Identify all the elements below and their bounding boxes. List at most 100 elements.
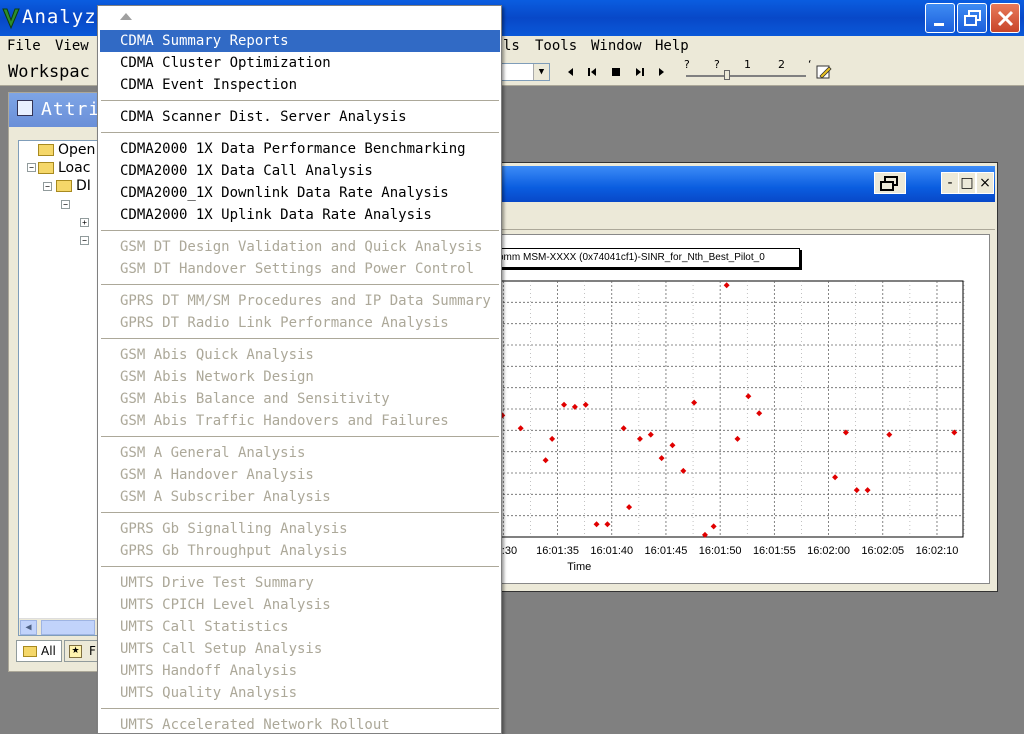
step-forward-icon[interactable] (654, 65, 668, 79)
fast-forward-icon[interactable] (632, 65, 646, 79)
menu-separator (101, 512, 499, 514)
x-tick-label: 16:01:45 (645, 545, 688, 557)
chart-toolbar (461, 204, 995, 230)
menu-separator (101, 230, 499, 232)
expand-icon[interactable]: − (80, 236, 89, 245)
collapse-icon[interactable]: − (43, 182, 52, 191)
x-tick-label: 16:02:10 (916, 545, 959, 557)
scrollbar-thumb[interactable] (41, 620, 95, 635)
rewind-icon[interactable] (586, 65, 600, 79)
minimize-icon (934, 23, 944, 26)
tree-item-open[interactable]: Open (58, 142, 95, 158)
menu-view[interactable]: View (55, 38, 89, 54)
menu-item-cdma2000-1x-data-performance-benchmarking[interactable]: CDMA2000 1X Data Performance Benchmarkin… (100, 138, 500, 160)
close-button[interactable] (990, 3, 1020, 33)
menu-item-umts-quality-analysis[interactable]: UMTS Quality Analysis (100, 682, 500, 704)
menu-item-cdma2000-1x-data-call-analysis[interactable]: CDMA2000 1X Data Call Analysis (100, 160, 500, 182)
scatter-chart[interactable]: 01:30 16:01:35 16:01:40 16:01:45 16:01:50 16:… (466, 234, 990, 584)
restore-button[interactable] (957, 3, 987, 33)
attributes-tree[interactable] (18, 140, 98, 636)
toolbar-combo[interactable]: ▼ (498, 63, 550, 81)
menu-item-cdma-event-inspection[interactable]: CDMA Event Inspection (100, 74, 500, 96)
x-tick-label: 16:02:00 (807, 545, 850, 557)
menu-item-cdma2000-1x-uplink-data-rate-analysis[interactable]: CDMA2000 1X Uplink Data Rate Analysis (100, 204, 500, 226)
x-tick-label: 16:01:50 (699, 545, 742, 557)
menu-item-gsm-a-handover-analysis[interactable]: GSM A Handover Analysis (100, 464, 500, 486)
folder-icon (38, 162, 54, 174)
minimize-button[interactable] (925, 3, 955, 33)
folder-icon (38, 144, 54, 156)
menu-item-gprs-dt-mm-sm-procedures-and-ip-data-summary[interactable]: GPRS DT MM/SM Procedures and IP Data Sum… (100, 290, 500, 312)
attributes-title-text: Attri (41, 99, 101, 120)
dropdown-menu[interactable]: CDMA Summary Reports CDMA Cluster Optimiz… (97, 5, 502, 734)
stop-icon[interactable] (609, 65, 623, 79)
edit-settings-icon[interactable] (816, 64, 832, 80)
menu-item-cdma-cluster-optimization[interactable]: CDMA Cluster Optimization (100, 52, 500, 74)
menu-item-umts-handoff-analysis[interactable]: UMTS Handoff Analysis (100, 660, 500, 682)
menu-separator (101, 284, 499, 286)
restore-icon (964, 10, 981, 26)
menu-help[interactable]: Help (655, 38, 689, 54)
menu-item-gsm-abis-traffic-handovers-and-failures[interactable]: GSM Abis Traffic Handovers and Failures (100, 410, 500, 432)
maximize-icon: □ (960, 175, 974, 191)
menu-window[interactable]: Window (591, 38, 642, 54)
menu-item-cdma2000-1x-downlink-data-rate-analysis[interactable]: CDMA2000_1X Downlink Data Rate Analysis (100, 182, 500, 204)
scroll-up-icon[interactable] (120, 13, 132, 20)
restore-icon (880, 176, 898, 191)
attributes-panel-icon (17, 100, 33, 116)
menu-item-umts-call-setup-analysis[interactable]: UMTS Call Setup Analysis (100, 638, 500, 660)
menu-item-gprs-gb-signalling-analysis[interactable]: GPRS Gb Signalling Analysis (100, 518, 500, 540)
speed-slider[interactable] (686, 75, 806, 77)
collapse-icon[interactable]: − (27, 163, 36, 172)
menu-separator (101, 708, 499, 710)
slider-label: 2 (778, 58, 785, 71)
menu-item-gprs-dt-radio-link-performance-analysis[interactable]: GPRS DT Radio Link Performance Analysis (100, 312, 500, 334)
menu-item-gprs-gb-throughput-analysis[interactable]: GPRS Gb Throughput Analysis (100, 540, 500, 562)
chevron-down-icon[interactable]: ▼ (533, 64, 549, 80)
menu-item-gsm-a-general-analysis[interactable]: GSM A General Analysis (100, 442, 500, 464)
menu-file[interactable]: File (7, 38, 41, 54)
menu-item-gsm-a-subscriber-analysis[interactable]: GSM A Subscriber Analysis (100, 486, 500, 508)
menu-tools[interactable]: Tools (535, 38, 577, 54)
minimize-icon: - (947, 175, 953, 191)
menu-item-gsm-abis-balance-and-sensitivity[interactable]: GSM Abis Balance and Sensitivity (100, 388, 500, 410)
chart-legend[interactable]: omm MSM-XXXX (0x74041cf1)-SINR_for_Nth_B… (494, 248, 800, 268)
x-axis-label: Time (567, 561, 591, 573)
chart-maximize-button[interactable]: □ (958, 172, 976, 194)
chart-window-titlebar[interactable] (461, 166, 995, 202)
speed-slider-thumb[interactable] (724, 70, 730, 80)
menu-item-umts-drive-test-summary[interactable]: UMTS Drive Test Summary (100, 572, 500, 594)
step-back-icon[interactable] (564, 65, 578, 79)
close-icon: × (979, 175, 991, 191)
chart-restore-button[interactable] (874, 172, 906, 194)
menu-item-gsm-abis-network-design[interactable]: GSM Abis Network Design (100, 366, 500, 388)
tab-all[interactable]: All (16, 640, 62, 662)
chart-close-button[interactable]: × (976, 172, 994, 194)
menu-item-gsm-abis-quick-analysis[interactable]: GSM Abis Quick Analysis (100, 344, 500, 366)
expand-icon[interactable]: + (80, 218, 89, 227)
scroll-left-icon[interactable]: ◀ (20, 620, 37, 635)
star-icon: ★ (69, 645, 82, 658)
x-tick-label: 16:01:55 (753, 545, 796, 557)
chart-minimize-button[interactable]: - (941, 172, 959, 194)
menu-item-gsm-dt-handover-settings-and-power-control[interactable]: GSM DT Handover Settings and Power Contr… (100, 258, 500, 280)
menu-tools-partial[interactable]: ls (503, 38, 520, 54)
menu-item-cdma-summary-reports[interactable]: CDMA Summary Reports (100, 30, 500, 52)
tree-item-dl[interactable]: DI (76, 178, 91, 194)
tab-favorites[interactable]: ★ F (64, 640, 98, 662)
slider-label: ? (684, 58, 690, 71)
slider-label: ? (714, 58, 720, 71)
x-tick-label: 16:02:05 (861, 545, 904, 557)
menu-item-umts-call-statistics[interactable]: UMTS Call Statistics (100, 616, 500, 638)
tree-horizontal-scrollbar[interactable]: ◀ (19, 618, 98, 635)
tree-item-load[interactable]: Loac (58, 160, 90, 176)
menu-separator (101, 100, 499, 102)
menu-item-gsm-dt-design-validation-and-quick-analysis[interactable]: GSM DT Design Validation and Quick Analy… (100, 236, 500, 258)
menu-item-umts-accelerated-network-rollout[interactable]: UMTS Accelerated Network Rollout (100, 714, 500, 734)
x-tick-label: 16:01:40 (590, 545, 633, 557)
menu-item-umts-cpich-level-analysis[interactable]: UMTS CPICH Level Analysis (100, 594, 500, 616)
menu-separator (101, 132, 499, 134)
menu-item-cdma-scanner-dist-server-analysis[interactable]: CDMA Scanner Dist. Server Analysis (100, 106, 500, 128)
tab-favorites-label: F (89, 644, 96, 658)
collapse-icon[interactable]: − (61, 200, 70, 209)
